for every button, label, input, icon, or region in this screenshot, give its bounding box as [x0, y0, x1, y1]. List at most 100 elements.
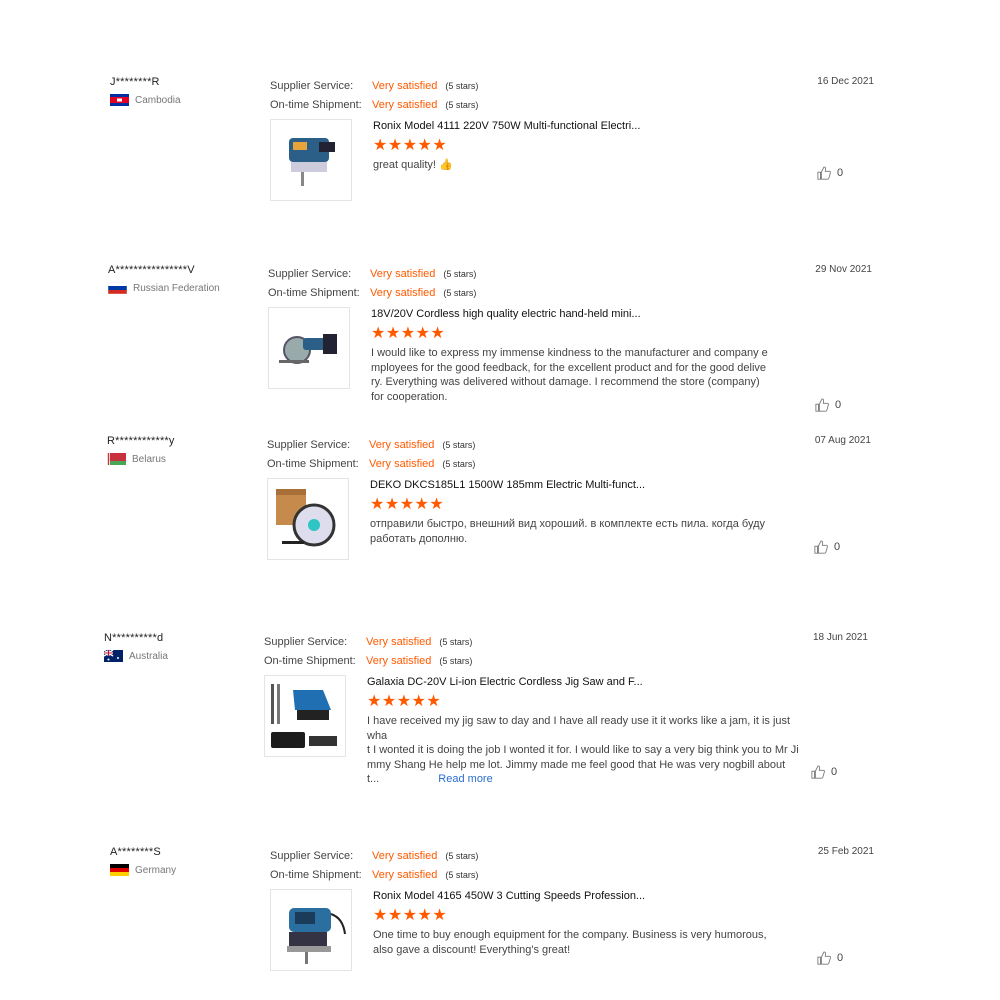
thumbs-up-outline-icon: [814, 540, 828, 554]
on-time-shipment-rating: On-time Shipment: Very satisfied (5 star…: [270, 95, 478, 114]
on-time-shipment-value: Very satisfied: [370, 286, 436, 299]
like-button[interactable]: 0: [817, 951, 843, 965]
comment-line: t... Read more: [367, 772, 807, 787]
country-name: Germany: [135, 864, 177, 876]
on-time-shipment-stars: (5 stars): [442, 458, 476, 469]
like-button[interactable]: 0: [811, 765, 837, 779]
product-thumbnail[interactable]: [267, 478, 349, 560]
on-time-shipment-label: On-time Shipment:: [268, 286, 360, 299]
comment-line: mmy Shang He help me lot. Jimmy made me …: [367, 758, 786, 771]
comment-line: also gave a discount! Everything's great…: [373, 943, 571, 956]
supplier-service-label: Supplier Service:: [264, 635, 348, 648]
product-thumbnail[interactable]: [268, 307, 350, 389]
service-ratings: Supplier Service: Very satisfied (5 star…: [270, 76, 478, 114]
reviewer-country: Australia: [104, 650, 244, 662]
product-star-rating: ★★★★★: [371, 325, 446, 342]
like-count: 0: [834, 541, 841, 553]
thumbs-up-outline-icon: [815, 398, 829, 412]
reviewer-name: A********S: [110, 846, 161, 858]
review-comment: One time to buy enough equipment for the…: [373, 928, 813, 957]
product-title[interactable]: DEKO DKCS185L1 1500W 185mm Electric Mult…: [370, 478, 810, 492]
on-time-shipment-label: On-time Shipment:: [270, 868, 362, 881]
belarus-flag-icon: [107, 453, 126, 465]
on-time-shipment-label: On-time Shipment:: [264, 654, 356, 667]
comment-line: One time to buy enough equipment for the…: [373, 929, 767, 941]
like-count: 0: [831, 766, 838, 778]
product-title[interactable]: Ronix Model 4165 450W 3 Cutting Speeds P…: [373, 889, 813, 903]
on-time-shipment-label: On-time Shipment:: [267, 457, 359, 470]
service-ratings: Supplier Service: Very satisfied (5 star…: [270, 846, 478, 884]
like-button[interactable]: 0: [817, 166, 843, 180]
supplier-service-value: Very satisfied: [372, 79, 438, 92]
product-star-rating: ★★★★★: [373, 907, 448, 924]
comment-line: t I wonted it is doing the job I wonted …: [367, 744, 799, 756]
supplier-service-value: Very satisfied: [366, 635, 432, 648]
cambodia-flag-icon: [110, 94, 129, 106]
supplier-service-label: Supplier Service:: [267, 438, 351, 451]
reviewer-name: A****************V: [108, 264, 195, 276]
review-date: 25 Feb 2021: [817, 846, 874, 857]
product-title[interactable]: 18V/20V Cordless high quality electric h…: [371, 307, 811, 321]
country-name: Russian Federation: [133, 282, 220, 294]
comment-line: mployees for the good feedback, for the …: [371, 361, 767, 374]
review-comment: I have received my jig saw to day and I …: [367, 714, 807, 787]
like-count: 0: [837, 952, 844, 964]
on-time-shipment-rating: On-time Shipment: Very satisfied (5 star…: [267, 454, 475, 473]
reviewer-name: N**********d: [104, 632, 164, 644]
supplier-service-rating: Supplier Service: Very satisfied (5 star…: [264, 632, 472, 651]
product-thumbnail[interactable]: [270, 889, 352, 971]
on-time-shipment-value: Very satisfied: [369, 457, 435, 470]
thumbs-up-outline-icon: [811, 765, 825, 779]
reviewer-name: J********R: [110, 76, 160, 88]
comment-line: for cooperation.: [371, 390, 448, 403]
reviewer-info: A********S Germany: [110, 846, 250, 876]
germany-flag-icon: [110, 864, 129, 876]
country-name: Cambodia: [135, 94, 181, 106]
product-thumbnail[interactable]: [264, 675, 346, 757]
product-title[interactable]: Ronix Model 4111 220V 750W Multi-functio…: [373, 119, 813, 133]
reviewer-country: Russian Federation: [108, 282, 248, 294]
supplier-service-stars: (5 stars): [445, 80, 479, 91]
supplier-service-stars: (5 stars): [445, 850, 479, 861]
supplier-service-label: Supplier Service:: [270, 849, 354, 862]
supplier-service-label: Supplier Service:: [268, 267, 352, 280]
product-star-rating: ★★★★★: [373, 137, 448, 154]
supplier-service-rating: Supplier Service: Very satisfied (5 star…: [267, 435, 475, 454]
read-more-link[interactable]: Read more: [438, 773, 492, 785]
reviewer-info: A****************V Russian Federation: [108, 264, 248, 294]
on-time-shipment-rating: On-time Shipment: Very satisfied (5 star…: [270, 865, 478, 884]
reviewer-name: R************y: [107, 435, 175, 447]
on-time-shipment-value: Very satisfied: [372, 98, 438, 111]
comment-line: I have received my jig saw to day and I …: [367, 715, 791, 742]
country-name: Belarus: [132, 453, 166, 465]
review-date: 07 Aug 2021: [814, 435, 871, 446]
product-thumbnail[interactable]: [270, 119, 352, 201]
on-time-shipment-value: Very satisfied: [372, 868, 438, 881]
on-time-shipment-value: Very satisfied: [366, 654, 432, 667]
on-time-shipment-rating: On-time Shipment: Very satisfied (5 star…: [264, 651, 472, 670]
comment-truncated-text: t...: [367, 773, 380, 785]
like-button[interactable]: 0: [815, 398, 841, 412]
thumbs-up-outline-icon: [817, 166, 831, 180]
product-star-rating: ★★★★★: [370, 496, 445, 513]
reviewer-info: R************y Belarus: [107, 435, 247, 465]
review-date: 18 Jun 2021: [812, 632, 868, 643]
review-date: 16 Dec 2021: [817, 76, 874, 87]
on-time-shipment-stars: (5 stars): [445, 99, 479, 110]
supplier-service-stars: (5 stars): [439, 636, 473, 647]
supplier-service-rating: Supplier Service: Very satisfied (5 star…: [270, 76, 478, 95]
comment-line: отправили быстро, внешний вид хороший. в…: [370, 518, 766, 530]
product-title[interactable]: Galaxia DC-20V Li-ion Electric Cordless …: [367, 675, 807, 689]
like-count: 0: [835, 399, 842, 411]
supplier-service-rating: Supplier Service: Very satisfied (5 star…: [268, 264, 476, 283]
on-time-shipment-rating: On-time Shipment: Very satisfied (5 star…: [268, 283, 476, 302]
comment-line: ry. Everything was delivered without dam…: [371, 376, 760, 388]
supplier-service-value: Very satisfied: [370, 267, 436, 280]
on-time-shipment-label: On-time Shipment:: [270, 98, 362, 111]
supplier-service-stars: (5 stars): [442, 439, 476, 450]
comment-line: I would like to express my immense kindn…: [371, 347, 768, 359]
reviewer-country: Cambodia: [110, 94, 250, 106]
like-button[interactable]: 0: [814, 540, 840, 554]
reviewer-country: Belarus: [107, 453, 247, 465]
review-date: 29 Nov 2021: [815, 264, 872, 275]
